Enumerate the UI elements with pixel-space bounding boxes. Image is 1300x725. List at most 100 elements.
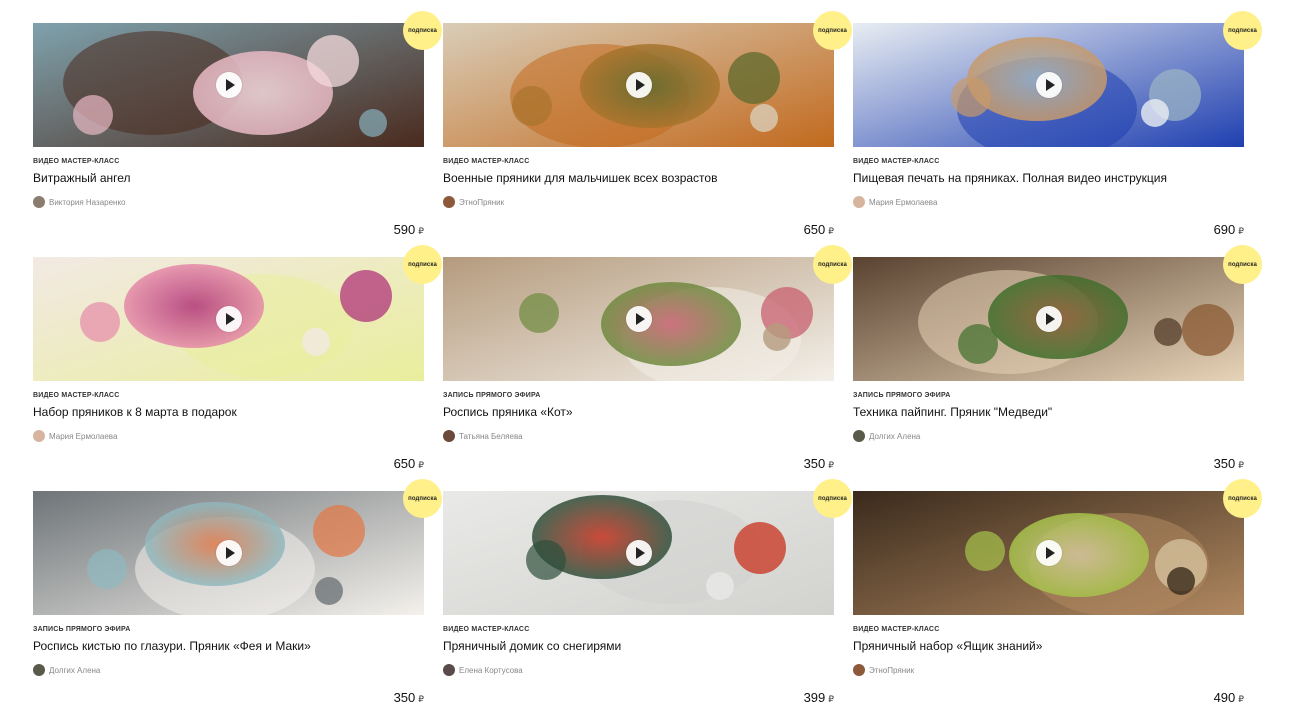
course-thumbnail[interactable]: [853, 257, 1244, 381]
course-author[interactable]: Мария Ермолаева: [33, 429, 424, 443]
subscription-badge: подписка: [813, 11, 852, 50]
play-icon[interactable]: [215, 72, 242, 98]
course-thumbnail[interactable]: [443, 23, 834, 147]
currency-symbol: ₽: [1238, 460, 1244, 470]
play-icon[interactable]: [1035, 72, 1062, 98]
author-avatar: [33, 664, 45, 676]
course-type: Запись прямого эфира: [853, 392, 951, 399]
subscription-badge: подписка: [1223, 11, 1262, 50]
author-avatar: [33, 430, 45, 442]
course-author[interactable]: ЭтноПряник: [443, 195, 834, 209]
subscription-badge: подписка: [403, 11, 442, 50]
course-title[interactable]: Роспись пряника «Кот»: [443, 405, 834, 421]
author-avatar: [853, 664, 865, 676]
author-name: Виктория Назаренко: [49, 197, 126, 207]
course-card[interactable]: подписка Запись прямого эфира Техника па…: [853, 245, 1262, 491]
course-card[interactable]: подписка Запись прямого эфира Роспись ки…: [33, 479, 442, 725]
course-title[interactable]: Пищевая печать на пряниках. Полная видео…: [853, 171, 1244, 187]
course-card[interactable]: подписка Видео мастер-класс Пряничный на…: [853, 479, 1262, 725]
course-author[interactable]: Долгих Алена: [33, 663, 424, 677]
course-title[interactable]: Роспись кистью по глазури. Пряник «Фея и…: [33, 639, 424, 655]
play-icon[interactable]: [1035, 306, 1062, 332]
course-thumbnail[interactable]: [853, 491, 1244, 615]
course-price: 350 ₽: [394, 690, 424, 705]
author-name: Елена Кортусова: [459, 665, 523, 675]
author-name: Мария Ермолаева: [49, 431, 118, 441]
course-thumbnail[interactable]: [443, 491, 834, 615]
currency-symbol: ₽: [828, 460, 834, 470]
price-value: 350: [1213, 456, 1236, 471]
price-value: 650: [393, 456, 416, 471]
author-name: Долгих Алена: [49, 665, 101, 675]
course-author[interactable]: Виктория Назаренко: [33, 195, 424, 209]
course-thumbnail[interactable]: [853, 23, 1244, 147]
subscription-badge: подписка: [813, 479, 852, 518]
course-type: Запись прямого эфира: [33, 626, 131, 633]
price-value: 650: [803, 222, 826, 237]
course-card[interactable]: подписка Запись прямого эфира Роспись пр…: [443, 245, 852, 491]
course-card[interactable]: подписка Видео мастер-класс Набор пряник…: [33, 245, 442, 491]
course-card[interactable]: подписка Видео мастер-класс Пищевая печа…: [853, 11, 1262, 257]
course-price: 490 ₽: [1214, 690, 1244, 705]
currency-symbol: ₽: [1238, 694, 1244, 704]
course-author[interactable]: Долгих Алена: [853, 429, 1244, 443]
author-avatar: [443, 430, 455, 442]
course-author[interactable]: Мария Ермолаева: [853, 195, 1244, 209]
course-type: Видео мастер-класс: [853, 626, 940, 633]
course-title[interactable]: Пряничный домик со снегирями: [443, 639, 834, 655]
play-icon[interactable]: [215, 306, 242, 332]
course-type: Видео мастер-класс: [443, 158, 530, 165]
author-avatar: [33, 196, 45, 208]
currency-symbol: ₽: [828, 226, 834, 236]
course-price: 350 ₽: [804, 456, 834, 471]
price-value: 690: [1213, 222, 1236, 237]
course-price: 650 ₽: [394, 456, 424, 471]
currency-symbol: ₽: [418, 694, 424, 704]
course-thumbnail[interactable]: [33, 257, 424, 381]
play-icon[interactable]: [215, 540, 242, 566]
price-value: 399: [803, 690, 826, 705]
play-icon[interactable]: [625, 540, 652, 566]
course-type: Видео мастер-класс: [33, 392, 120, 399]
course-type: Запись прямого эфира: [443, 392, 541, 399]
course-type: Видео мастер-класс: [853, 158, 940, 165]
course-title[interactable]: Набор пряников к 8 марта в подарок: [33, 405, 424, 421]
subscription-badge: подписка: [1223, 245, 1262, 284]
course-title[interactable]: Военные пряники для мальчишек всех возра…: [443, 171, 834, 187]
course-price: 650 ₽: [804, 222, 834, 237]
course-price: 590 ₽: [394, 222, 424, 237]
subscription-badge: подписка: [813, 245, 852, 284]
author-name: ЭтноПряник: [459, 197, 505, 207]
play-icon[interactable]: [625, 306, 652, 332]
course-price: 399 ₽: [804, 690, 834, 705]
course-thumbnail[interactable]: [33, 491, 424, 615]
price-value: 350: [393, 690, 416, 705]
price-value: 590: [393, 222, 416, 237]
course-price: 690 ₽: [1214, 222, 1244, 237]
author-avatar: [853, 196, 865, 208]
play-icon[interactable]: [1035, 540, 1062, 566]
author-avatar: [853, 430, 865, 442]
subscription-badge: подписка: [403, 479, 442, 518]
subscription-badge: подписка: [403, 245, 442, 284]
course-title[interactable]: Пряничный набор «Ящик знаний»: [853, 639, 1244, 655]
author-name: ЭтноПряник: [869, 665, 915, 675]
play-icon[interactable]: [625, 72, 652, 98]
course-card[interactable]: подписка Видео мастер-класс Пряничный до…: [443, 479, 852, 725]
currency-symbol: ₽: [828, 694, 834, 704]
course-thumbnail[interactable]: [33, 23, 424, 147]
currency-symbol: ₽: [418, 460, 424, 470]
course-author[interactable]: ЭтноПряник: [853, 663, 1244, 677]
course-author[interactable]: Елена Кортусова: [443, 663, 834, 677]
price-value: 350: [803, 456, 826, 471]
course-card[interactable]: подписка Видео мастер-класс Военные прян…: [443, 11, 852, 257]
author-avatar: [443, 196, 455, 208]
course-title[interactable]: Витражный ангел: [33, 171, 424, 187]
course-card[interactable]: подписка Видео мастер-класс Витражный ан…: [33, 11, 442, 257]
course-thumbnail[interactable]: [443, 257, 834, 381]
author-name: Мария Ермолаева: [869, 197, 938, 207]
course-author[interactable]: Татьяна Беляева: [443, 429, 834, 443]
price-value: 490: [1213, 690, 1236, 705]
course-title[interactable]: Техника пайпинг. Пряник "Медведи": [853, 405, 1244, 421]
course-price: 350 ₽: [1214, 456, 1244, 471]
